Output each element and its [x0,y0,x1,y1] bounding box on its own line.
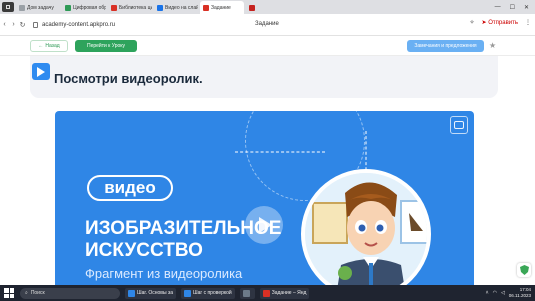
video-play-icon [32,63,50,80]
tab-overview-button[interactable] [2,2,14,12]
app-icon [184,289,191,297]
tab-favicon-icon [65,5,71,11]
chevron-up-icon[interactable]: ˄ [486,290,489,296]
video-subtitle: Фрагмент из видеоролика [85,266,243,281]
os-taskbar: ⌕ Поиск Шаг. Основы за Шаг с проверкой Зад… [0,285,535,301]
tab-favicon-icon [249,5,255,11]
address-bar: ‹ › ↻ academy-content.apkpro.ru Задание … [0,14,535,36]
browser-tab[interactable]: Цифровая образова [62,2,106,14]
arrow-left-icon: ← [38,43,44,49]
url-text: academy-content.apkpro.ru [42,21,116,28]
taskbar-app[interactable]: Шаг. Основы за [125,287,176,299]
windows-start-icon[interactable] [4,288,14,298]
taskbar-app[interactable]: Шаг с проверкой [181,287,235,299]
clock[interactable]: 17:04 06.11.2023 [509,287,531,299]
bookmark-icon[interactable]: ✧ [470,19,475,26]
back-button[interactable]: ← Назад [30,40,68,52]
browser-tab[interactable]: Дом задачу [16,2,60,14]
tab-favicon-icon [157,5,163,11]
lock-icon [33,21,38,28]
close-icon[interactable]: ✕ [524,4,529,11]
library-icon[interactable] [450,116,468,134]
share-button[interactable]: ➤ Отправить [482,19,518,26]
tab-title: Видео на слайды [165,5,198,11]
tab-favicon-icon [111,5,117,11]
app-icon [242,289,250,297]
tab-title: Библиотека цифров [119,5,152,11]
boy-artist-illustration [305,173,427,290]
dashed-line-decoration [235,151,325,153]
minimize-icon[interactable]: — [495,4,501,11]
window-controls: — ☐ ✕ [495,4,535,11]
app-label: Шаг с проверкой [193,290,232,296]
browser-tab[interactable]: Задание [200,1,244,14]
character-illustration [301,169,431,290]
tab-title: Дом задачу [27,5,54,11]
forward-arrow-icon[interactable]: › [9,21,18,28]
maximize-icon[interactable]: ☐ [510,4,515,11]
app-icon [128,289,135,297]
taskbar-search[interactable]: ⌕ Поиск [20,287,120,299]
taskbar-app[interactable] [239,287,255,299]
feedback-button[interactable]: Замечания и предложения [407,40,484,52]
volume-icon[interactable]: ◁ [501,290,505,296]
video-title-line2: ИСКУССТВО [85,240,203,261]
url-field[interactable]: academy-content.apkpro.ru [33,21,116,28]
site-toolbar: ← Назад Перейти к Уроку Замечания и пред… [0,36,535,56]
task-instruction: Посмотри видеоролик. [54,71,203,86]
system-tray: ˄ ◠ ◁ 17:04 06.11.2023 [486,287,535,299]
video-badge: видео [87,175,173,201]
search-icon: ⌕ [25,290,28,296]
tab-favicon-icon [19,5,25,11]
tab-title: Цифровая образова [73,5,106,11]
favorite-star-icon[interactable]: ★ [489,41,496,50]
reload-icon[interactable]: ↻ [18,21,27,29]
tab-favicon-icon [203,4,209,11]
browser-tab[interactable]: Библиотека цифров [108,2,152,14]
video-player[interactable]: видео ИЗОБРАЗИТЕЛЬНОЕ ИСКУССТВО Фрагмент… [55,111,474,290]
page-title: Задание [255,21,279,27]
menu-icon[interactable]: ⋮ [525,19,531,26]
task-card: Посмотри видеоролик. [30,56,498,98]
wifi-icon[interactable]: ◠ [493,290,497,296]
back-arrow-icon[interactable]: ‹ [0,21,9,28]
browser-tab[interactable] [246,2,262,14]
taskbar-app[interactable]: Задание – Янд [259,287,310,299]
app-icon [262,289,270,297]
shield-icon[interactable] [517,263,531,277]
app-label: Шаг. Основы за [137,290,173,296]
browser-tab[interactable]: Видео на слайды [154,2,198,14]
go-to-lesson-button[interactable]: Перейти к Уроку [75,40,137,52]
app-label: Задание – Янд [271,290,307,296]
browser-tab-bar: Дом задачу Цифровая образова Библиотека ци… [0,0,535,14]
tab-title: Задание [211,4,231,11]
play-button[interactable] [245,206,283,244]
